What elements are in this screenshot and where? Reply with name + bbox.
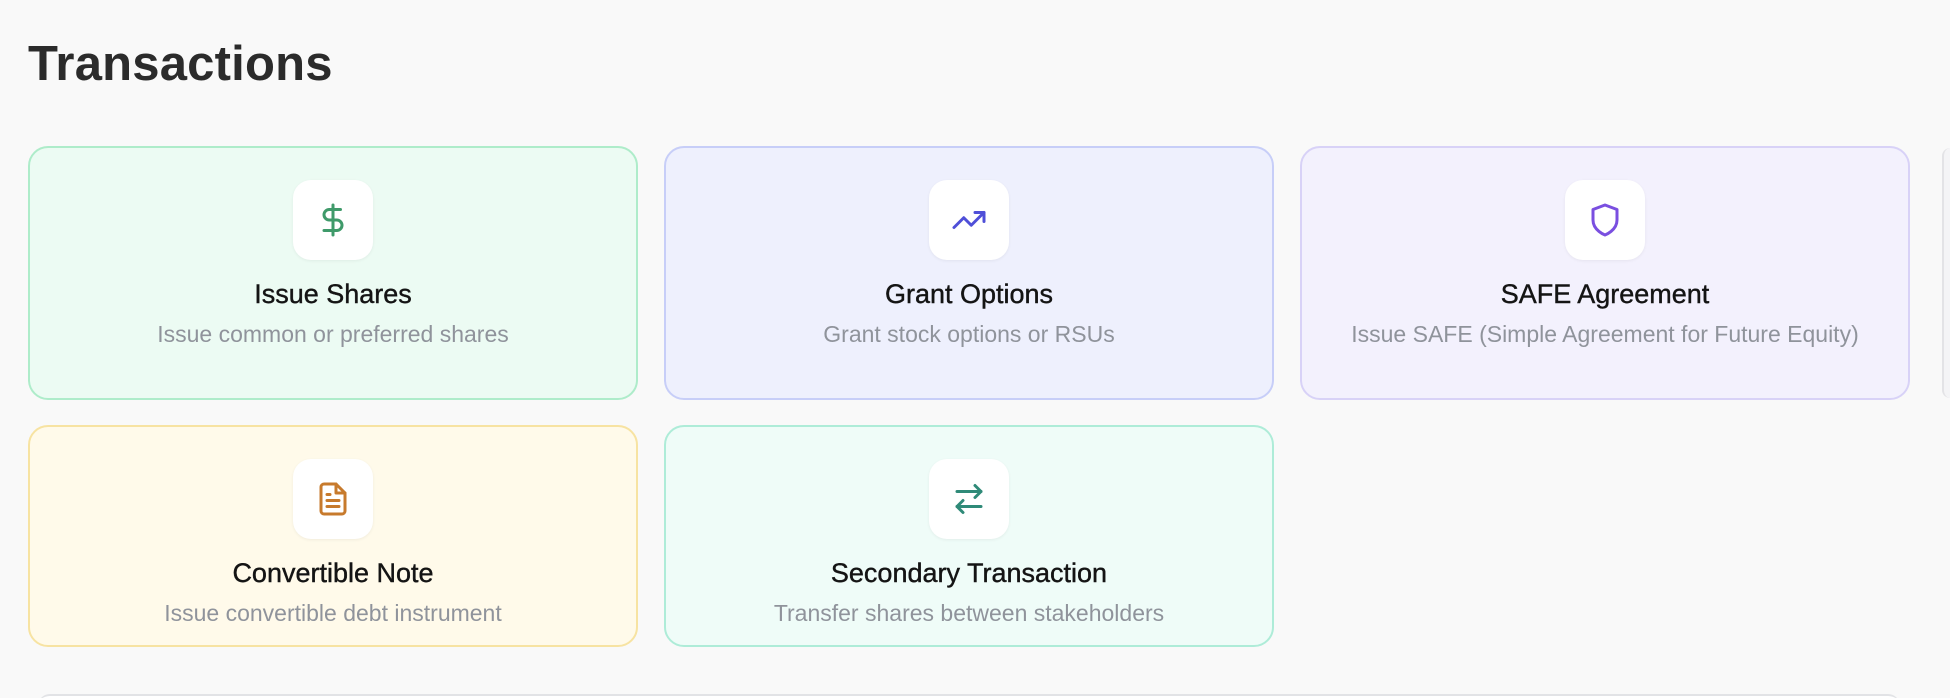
page-title: Transactions (28, 37, 333, 91)
dollar-sign-icon (322, 203, 344, 237)
card-description: Issue common or preferred shares (157, 321, 509, 347)
card-title: Grant Options (884, 279, 1054, 309)
secondary-transaction-icon-box (929, 459, 1009, 539)
grant-options-card[interactable]: Grant Options Grant stock options or RSU… (664, 146, 1274, 400)
secondary-transaction-card[interactable]: Secondary Transaction Transfer shares be… (664, 425, 1274, 647)
convertible-note-card[interactable]: Convertible Note Issue convertible debt … (28, 425, 638, 647)
issue-shares-icon-box (293, 180, 373, 260)
transactions-page: Transactions Issue Shares Issue common o… (0, 0, 1950, 698)
card-title: Secondary Transaction (830, 558, 1108, 588)
issue-shares-card[interactable]: Issue Shares Issue common or preferred s… (28, 146, 638, 400)
grant-options-icon-box (929, 180, 1009, 260)
shield-icon (1591, 203, 1619, 237)
card-description: Issue SAFE (Simple Agreement for Future … (1351, 321, 1859, 347)
card-description: Transfer shares between stakeholders (773, 600, 1165, 626)
card-title: Issue Shares (254, 279, 412, 309)
document-icon (319, 482, 347, 516)
convertible-note-icon-box (293, 459, 373, 539)
card-title: SAFE Agreement (1500, 279, 1710, 309)
safe-agreement-icon-box (1565, 180, 1645, 260)
safe-agreement-card[interactable]: SAFE Agreement Issue SAFE (Simple Agreem… (1300, 146, 1910, 400)
side-panel-edge (1942, 148, 1950, 398)
card-title: Convertible Note (232, 558, 434, 588)
next-section-panel (38, 694, 1900, 698)
trending-up-icon (952, 211, 986, 229)
card-description: Grant stock options or RSUs (823, 321, 1115, 347)
swap-arrows-icon (955, 484, 983, 514)
card-description: Issue convertible debt instrument (164, 600, 502, 626)
transaction-type-grid: Issue Shares Issue common or preferred s… (28, 146, 1910, 647)
